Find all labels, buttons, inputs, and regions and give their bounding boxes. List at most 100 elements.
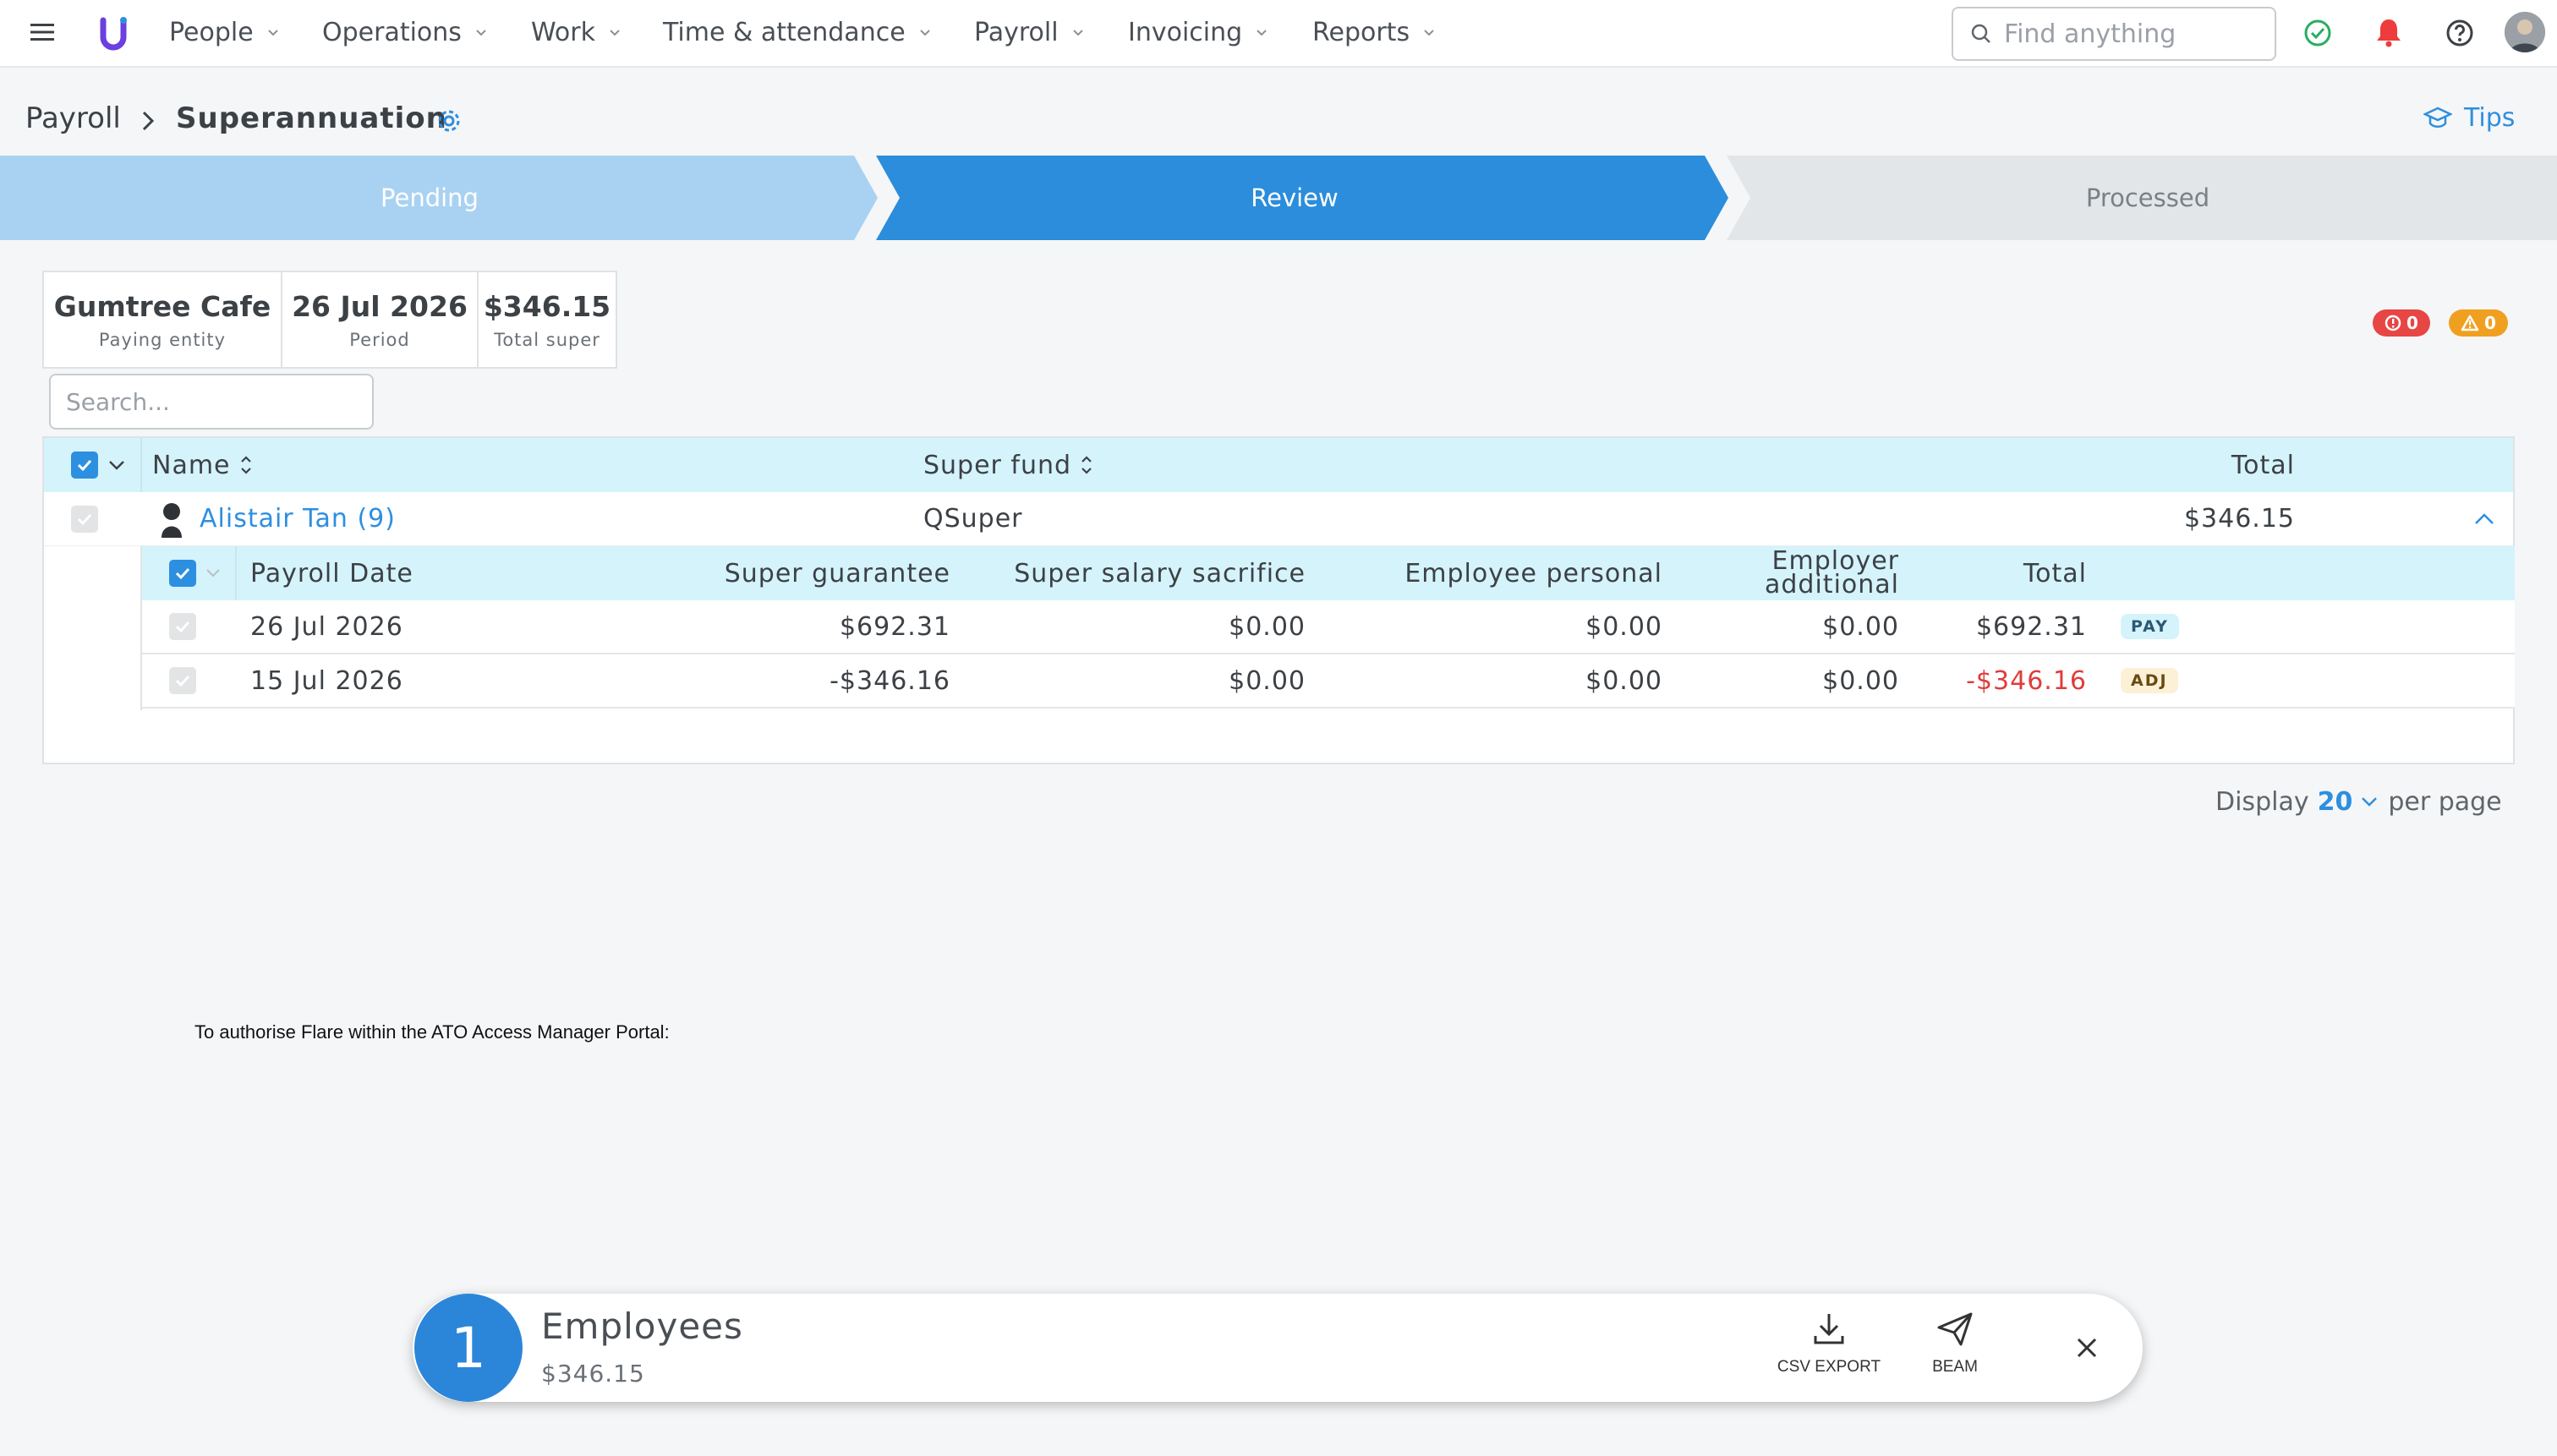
step-review[interactable]: Review xyxy=(888,156,1701,240)
nav-operations-label: Operations xyxy=(322,17,462,47)
nav-payroll[interactable]: Payroll xyxy=(974,0,1086,64)
status-check-icon[interactable] xyxy=(2303,19,2332,47)
error-count: 0 xyxy=(2406,313,2418,333)
download-icon xyxy=(1814,1314,1844,1344)
page-size-value: 20 xyxy=(2317,786,2353,817)
warning-count-badge[interactable]: 0 xyxy=(2449,309,2508,337)
hamburger-menu-icon[interactable] xyxy=(30,22,54,42)
super-fund-header-label: Super fund xyxy=(923,450,1072,480)
nav-work[interactable]: Work xyxy=(531,0,622,64)
employer-additional-cell: $0.00 xyxy=(1681,654,1899,707)
user-avatar[interactable] xyxy=(2505,12,2545,52)
bulk-select-dropdown-icon[interactable] xyxy=(107,438,127,492)
selected-count-badge: 1 xyxy=(414,1294,523,1402)
period-label: Period xyxy=(349,329,410,350)
paying-entity-value: Gumtree Cafe xyxy=(53,289,271,323)
total-super-label: Total super xyxy=(494,329,600,350)
salary-sacrifice-header-label: Super salary sacrifice xyxy=(1014,558,1306,588)
global-search-input[interactable]: Find anything xyxy=(1952,7,2276,61)
table-row[interactable]: 26 Jul 2026 $692.31 $0.00 $0.00 $0.00 $6… xyxy=(142,600,2515,654)
row-total-value: -$346.16 xyxy=(1966,665,2087,696)
adj-type-tag: ADJ xyxy=(2121,668,2178,693)
table-row[interactable]: 15 Jul 2026 -$346.16 $0.00 $0.00 $0.00 -… xyxy=(142,654,2515,709)
employee-personal-value: $0.00 xyxy=(1585,611,1662,642)
employee-row[interactable]: Alistair Tan (9) QSuper $346.15 xyxy=(44,492,2513,546)
help-icon[interactable] xyxy=(2445,19,2474,47)
error-count-badge[interactable]: 0 xyxy=(2373,309,2430,337)
graduation-cap-icon xyxy=(2423,107,2452,128)
nav-operations[interactable]: Operations xyxy=(322,0,489,64)
search-icon xyxy=(1971,24,1990,43)
selected-count: 1 xyxy=(451,1315,486,1381)
pay-type-tag: PAY xyxy=(2121,614,2179,639)
error-icon xyxy=(2385,315,2401,331)
settings-gear-icon[interactable] xyxy=(436,108,462,134)
employee-super-fund: QSuper xyxy=(923,492,1023,545)
tips-button[interactable]: Tips xyxy=(2423,103,2515,133)
detail-total-column-header: Total xyxy=(1918,546,2087,600)
step-processed[interactable]: Processed xyxy=(1738,156,2557,240)
collapse-row-chevron-up-icon[interactable] xyxy=(2472,492,2496,545)
name-column-header[interactable]: Name xyxy=(140,438,255,492)
paper-plane-icon xyxy=(1937,1312,1973,1346)
check-icon xyxy=(175,621,190,633)
nav-time-attendance-label: Time & attendance xyxy=(663,17,906,47)
employee-personal-cell: $0.00 xyxy=(1326,600,1662,653)
detail-bulk-dropdown-icon[interactable] xyxy=(205,546,222,600)
pager-suffix: per page xyxy=(2388,786,2502,817)
nav-time-attendance[interactable]: Time & attendance xyxy=(663,0,933,64)
employee-personal-value: $0.00 xyxy=(1585,665,1662,696)
employee-search-input[interactable]: Search... xyxy=(49,374,374,430)
page-size-select[interactable]: 20 xyxy=(2318,787,2380,817)
row-checkbox[interactable] xyxy=(169,600,196,653)
breadcrumb-chevron-right-icon xyxy=(140,110,156,132)
total-header-label: Total xyxy=(2231,450,2295,480)
nav-people[interactable]: People xyxy=(169,0,281,64)
global-search-placeholder: Find anything xyxy=(2004,19,2176,49)
row-total-cell: -$346.16 xyxy=(1918,654,2087,707)
row-checkbox[interactable] xyxy=(169,654,196,707)
select-all-checkbox[interactable] xyxy=(71,438,98,492)
detail-select-all-checkbox[interactable] xyxy=(169,546,196,600)
employee-avatar-icon xyxy=(157,492,186,545)
employer-additional-column-header: Employer additional xyxy=(1681,546,1899,600)
csv-export-button[interactable]: CSV EXPORT xyxy=(1774,1311,1884,1377)
payroll-date: 26 Jul 2026 xyxy=(250,611,403,642)
app-logo-icon[interactable] xyxy=(100,17,127,51)
notifications-bell-icon[interactable] xyxy=(2374,17,2403,47)
employer-additional-value: $0.00 xyxy=(1822,665,1899,696)
employee-total: $346.15 xyxy=(2073,492,2295,545)
payroll-date-cell: 15 Jul 2026 xyxy=(250,654,403,707)
user-avatar-icon xyxy=(2505,12,2545,52)
warning-icon xyxy=(2461,315,2479,331)
selection-amount: $346.15 xyxy=(541,1360,645,1388)
check-icon xyxy=(175,675,190,687)
payroll-date: 15 Jul 2026 xyxy=(250,665,403,696)
employee-name: Alistair Tan (9) xyxy=(200,504,396,534)
step-pending[interactable]: Pending xyxy=(0,156,859,240)
salary-sacrifice-column-header: Super salary sacrifice xyxy=(971,546,1306,600)
super-guarantee-cell: $692.31 xyxy=(616,600,950,653)
super-fund-column-header[interactable]: Super fund xyxy=(923,438,1095,492)
employee-name-link[interactable]: Alistair Tan (9) xyxy=(200,492,396,545)
adj-type-badge: ADJ xyxy=(2121,654,2178,707)
nav-reports-label: Reports xyxy=(1312,17,1410,47)
summary-entity: Gumtree Cafe Paying entity xyxy=(44,272,282,367)
nav-invoicing-label: Invoicing xyxy=(1128,17,1243,47)
summary-card: Gumtree Cafe Paying entity 26 Jul 2026 P… xyxy=(42,271,617,369)
nav-reports[interactable]: Reports xyxy=(1312,0,1437,64)
nav-invoicing[interactable]: Invoicing xyxy=(1128,0,1269,64)
sort-icon xyxy=(1081,456,1092,474)
close-action-bar-icon[interactable] xyxy=(2075,1336,2099,1360)
detail-header-row: Payroll Date Super guarantee Super salar… xyxy=(142,546,2515,600)
breadcrumb-parent[interactable]: Payroll xyxy=(25,101,121,135)
nav-payroll-label: Payroll xyxy=(974,17,1059,47)
salary-sacrifice-cell: $0.00 xyxy=(971,654,1306,707)
super-guarantee-column-header: Super guarantee xyxy=(616,546,950,600)
super-guarantee-cell: -$346.16 xyxy=(616,654,950,707)
employee-row-checkbox[interactable] xyxy=(71,492,98,545)
detail-total-header-label: Total xyxy=(2023,558,2087,588)
csv-export-label: CSV EXPORT xyxy=(1777,1358,1881,1376)
beam-button[interactable]: BEAM xyxy=(1913,1311,1997,1377)
super-fund-value: QSuper xyxy=(923,504,1023,534)
